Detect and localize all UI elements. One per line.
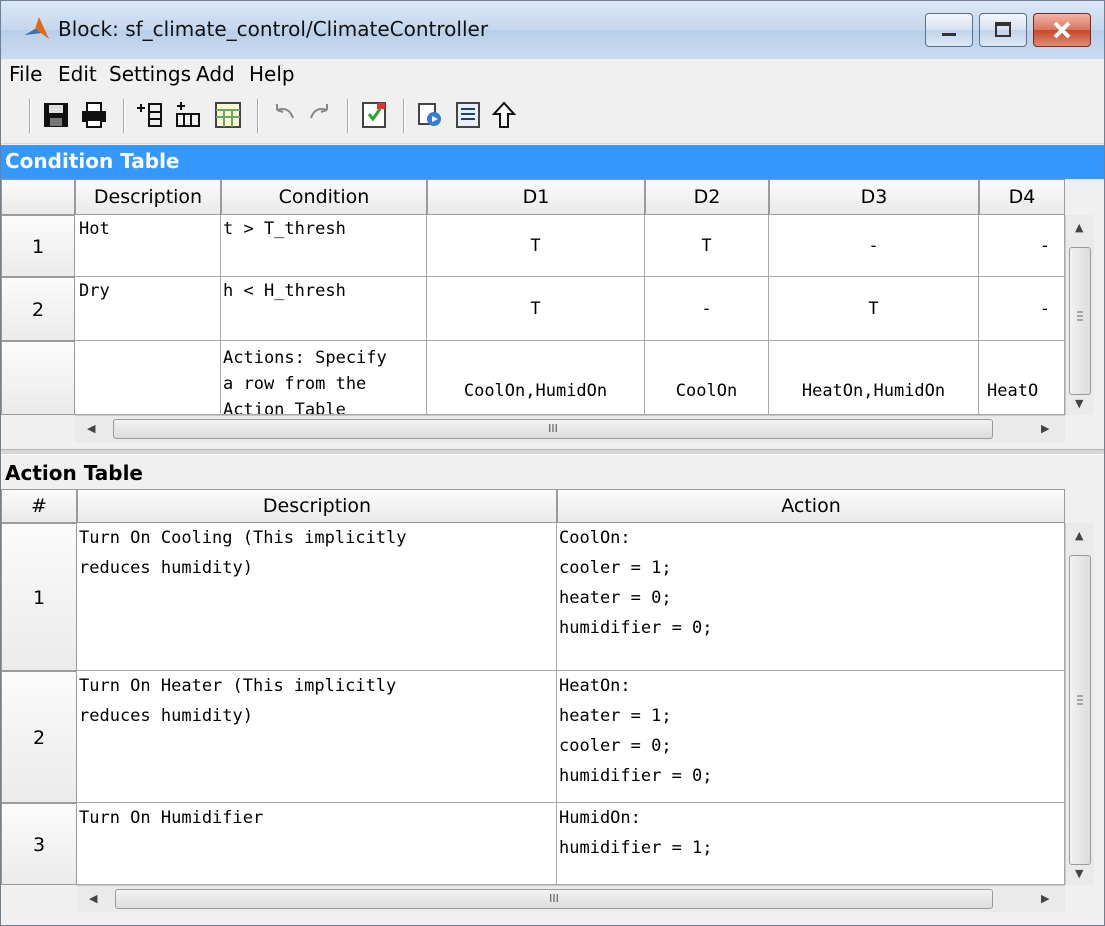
action-description-cell[interactable]: Turn On Cooling (This implicitly reduces…	[77, 523, 557, 671]
up-arrow-icon[interactable]	[489, 100, 519, 130]
column-header-d1[interactable]: D1	[427, 179, 645, 215]
condition-table-horizontal-scrollbar[interactable]: ◀ III ▶	[75, 415, 1065, 442]
run-icon[interactable]	[415, 100, 445, 130]
decision-cell-d2[interactable]: -	[645, 277, 769, 341]
decision-cell-d3[interactable]: -	[769, 215, 979, 277]
scroll-thumb[interactable]: III	[113, 419, 993, 439]
scroll-up-icon[interactable]: ▲	[1075, 221, 1083, 234]
condition-table: Description Condition D1 D2 D3 D4 1 Hot …	[1, 179, 1104, 447]
column-header-action[interactable]: Action	[557, 489, 1065, 523]
corner-header	[1, 179, 75, 215]
column-header-condition[interactable]: Condition	[221, 179, 427, 215]
close-icon	[1053, 21, 1071, 39]
scroll-right-icon[interactable]: ▶	[1041, 892, 1049, 905]
scroll-up-icon[interactable]: ▲	[1075, 529, 1083, 542]
data-icon[interactable]	[453, 100, 483, 130]
decision-cell-d4[interactable]: -	[979, 277, 1065, 341]
maximize-button[interactable]	[979, 13, 1027, 47]
menu-bar: File Edit Settings Add Help	[1, 59, 1104, 89]
action-table-label: Action Table	[5, 461, 143, 485]
scroll-left-icon[interactable]: ◀	[87, 422, 95, 435]
insert-row-icon[interactable]	[135, 100, 165, 130]
undo-icon[interactable]	[269, 100, 299, 130]
action-cell-d4[interactable]: HeatO	[979, 341, 1065, 415]
decision-cell-d3[interactable]: T	[769, 277, 979, 341]
actions-label-cell: Actions: Specify a row from the Action T…	[221, 341, 427, 415]
condition-table-vertical-scrollbar[interactable]: ▲ ▼	[1065, 215, 1094, 415]
decision-cell-d2[interactable]: T	[645, 215, 769, 277]
action-description-cell[interactable]: Turn On Humidifier	[77, 803, 557, 885]
row-header-actions[interactable]	[1, 341, 75, 415]
scroll-thumb[interactable]: III	[115, 889, 993, 909]
column-header-description[interactable]: Description	[77, 489, 557, 523]
action-description-cell[interactable]: Turn On Heater (This implicitly reduces …	[77, 671, 557, 803]
actions-description-cell[interactable]	[75, 341, 221, 415]
print-icon[interactable]	[79, 100, 109, 130]
menu-add[interactable]: Add	[196, 62, 235, 86]
splitter[interactable]	[1, 449, 1104, 455]
row-header-2[interactable]: 2	[1, 277, 75, 341]
condition-expression-cell[interactable]: t > T_thresh	[221, 215, 427, 277]
action-cell-d3[interactable]: HeatOn,HumidOn	[769, 341, 979, 415]
grip-icon	[1077, 695, 1083, 705]
action-code-cell[interactable]: HumidOn: humidifier = 1;	[557, 803, 1065, 885]
menu-file[interactable]: File	[9, 62, 42, 86]
row-header-1[interactable]: 1	[1, 215, 75, 277]
condition-description-cell[interactable]: Dry	[75, 277, 221, 341]
condition-table-label: Condition Table	[5, 149, 180, 173]
condition-description-cell[interactable]: Hot	[75, 215, 221, 277]
decision-cell-d4[interactable]: -	[979, 215, 1065, 277]
grip-icon	[1077, 311, 1083, 321]
action-cell-d1[interactable]: CoolOn,HumidOn	[427, 341, 645, 415]
row-header-3[interactable]: 3	[1, 803, 77, 885]
condition-expression-cell[interactable]: h < H_thresh	[221, 277, 427, 341]
column-header-description[interactable]: Description	[75, 179, 221, 215]
scroll-down-icon[interactable]: ▼	[1075, 867, 1083, 880]
action-table-vertical-scrollbar[interactable]: ▲ ▼	[1065, 523, 1094, 885]
maximize-icon	[995, 22, 1011, 37]
action-table: # Description Action 1 Turn On Cooling (…	[1, 489, 1104, 915]
column-header-number[interactable]: #	[1, 489, 77, 523]
decision-cell-d1[interactable]: T	[427, 277, 645, 341]
column-header-d2[interactable]: D2	[645, 179, 769, 215]
redo-icon[interactable]	[305, 100, 335, 130]
menu-settings[interactable]: Settings	[109, 62, 191, 86]
column-header-d4[interactable]: D4	[979, 179, 1065, 215]
scroll-down-icon[interactable]: ▼	[1075, 397, 1083, 410]
condition-table-header: Condition Table	[1, 145, 1104, 179]
scroll-right-icon[interactable]: ▶	[1041, 422, 1049, 435]
save-icon[interactable]	[41, 100, 71, 130]
menu-help[interactable]: Help	[249, 62, 295, 86]
action-code-cell[interactable]: CoolOn: cooler = 1; heater = 0; humidifi…	[557, 523, 1065, 671]
table-icon[interactable]	[213, 100, 243, 130]
toolbar	[1, 89, 1104, 144]
minimize-icon	[942, 33, 956, 36]
title-bar[interactable]: Block: sf_climate_control/ClimateControl…	[1, 1, 1104, 59]
insert-column-icon[interactable]	[173, 100, 203, 130]
scroll-left-icon[interactable]: ◀	[89, 892, 97, 905]
window: Block: sf_climate_control/ClimateControl…	[0, 0, 1105, 926]
decision-cell-d1[interactable]: T	[427, 215, 645, 277]
action-table-horizontal-scrollbar[interactable]: ◀ III ▶	[77, 885, 1065, 912]
scroll-thumb[interactable]	[1069, 555, 1091, 865]
window-title: Block: sf_climate_control/ClimateControl…	[58, 17, 489, 41]
close-button[interactable]	[1033, 13, 1091, 47]
minimize-button[interactable]	[925, 13, 973, 47]
row-header-1[interactable]: 1	[1, 523, 77, 671]
scroll-thumb[interactable]	[1069, 247, 1091, 395]
action-cell-d2[interactable]: CoolOn	[645, 341, 769, 415]
column-header-d3[interactable]: D3	[769, 179, 979, 215]
matlab-icon	[25, 17, 49, 39]
row-header-2[interactable]: 2	[1, 671, 77, 803]
menu-edit[interactable]: Edit	[58, 62, 97, 86]
action-code-cell[interactable]: HeatOn: heater = 1; cooler = 0; humidifi…	[557, 671, 1065, 803]
check-icon[interactable]	[359, 100, 389, 130]
